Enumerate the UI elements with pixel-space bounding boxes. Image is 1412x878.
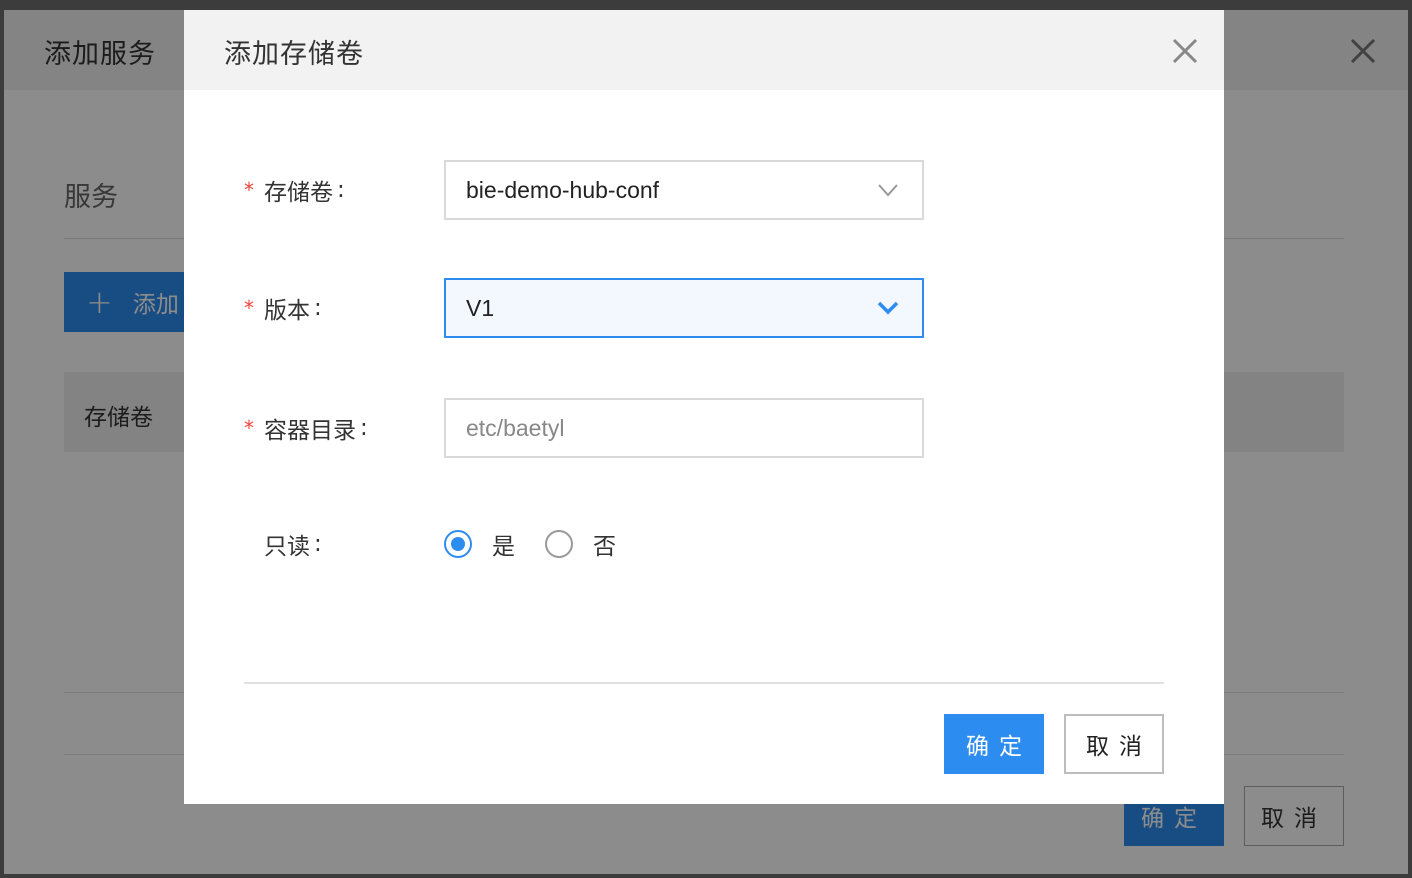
required-mark: * [244, 178, 254, 202]
container-dir-label-text: 容器目录 [264, 418, 356, 444]
chevron-down-icon [877, 301, 899, 315]
version-label-text: 版本 [264, 298, 310, 324]
container-dir-input[interactable]: etc/baetyl [444, 398, 924, 458]
readonly-radio-group: 是 否 [444, 514, 646, 574]
readonly-radio-yes[interactable]: 是 [444, 527, 515, 561]
version-row: * 版本 : V1 [184, 278, 1224, 338]
label-colon: : [337, 177, 345, 203]
readonly-radio-no-label: 否 [593, 534, 616, 560]
volume-select[interactable]: bie-demo-hub-conf [444, 160, 924, 220]
required-mark: * [244, 416, 254, 440]
chevron-down-icon [878, 184, 898, 197]
label-colon: : [314, 295, 322, 321]
radio-unchecked-icon [545, 530, 573, 558]
readonly-row: 只读 : 是 否 [184, 514, 1224, 574]
readonly-label: 只读 : [244, 514, 322, 574]
radio-checked-icon [444, 530, 472, 558]
confirm-button[interactable]: 确定 [944, 714, 1044, 774]
label-colon: : [314, 531, 322, 557]
readonly-label-text: 只读 [264, 534, 310, 560]
version-label: * 版本 : [244, 278, 322, 338]
readonly-radio-no[interactable]: 否 [545, 527, 616, 561]
close-icon[interactable] [1170, 36, 1200, 66]
modal-title: 添加存储卷 [224, 39, 364, 70]
required-mark: * [244, 296, 254, 320]
container-dir-row: * 容器目录 : etc/baetyl [184, 398, 1224, 458]
container-dir-placeholder: etc/baetyl [466, 414, 565, 441]
version-select-value: V1 [466, 294, 495, 321]
readonly-radio-yes-label: 是 [492, 534, 515, 560]
version-select[interactable]: V1 [444, 278, 924, 338]
volume-label: * 存储卷 : [244, 160, 345, 220]
volume-select-value: bie-demo-hub-conf [466, 176, 660, 203]
volume-row: * 存储卷 : bie-demo-hub-conf [184, 160, 1224, 220]
modal-header: 添加存储卷 [184, 10, 1224, 90]
cancel-button[interactable]: 取消 [1064, 714, 1164, 774]
volume-label-text: 存储卷 [264, 180, 333, 206]
label-colon: : [360, 415, 368, 441]
add-volume-modal: 添加存储卷 * 存储卷 : bie-demo-hub-conf * 版本 : V… [184, 10, 1224, 804]
modal-footer-divider [244, 682, 1164, 684]
container-dir-label: * 容器目录 : [244, 398, 368, 458]
